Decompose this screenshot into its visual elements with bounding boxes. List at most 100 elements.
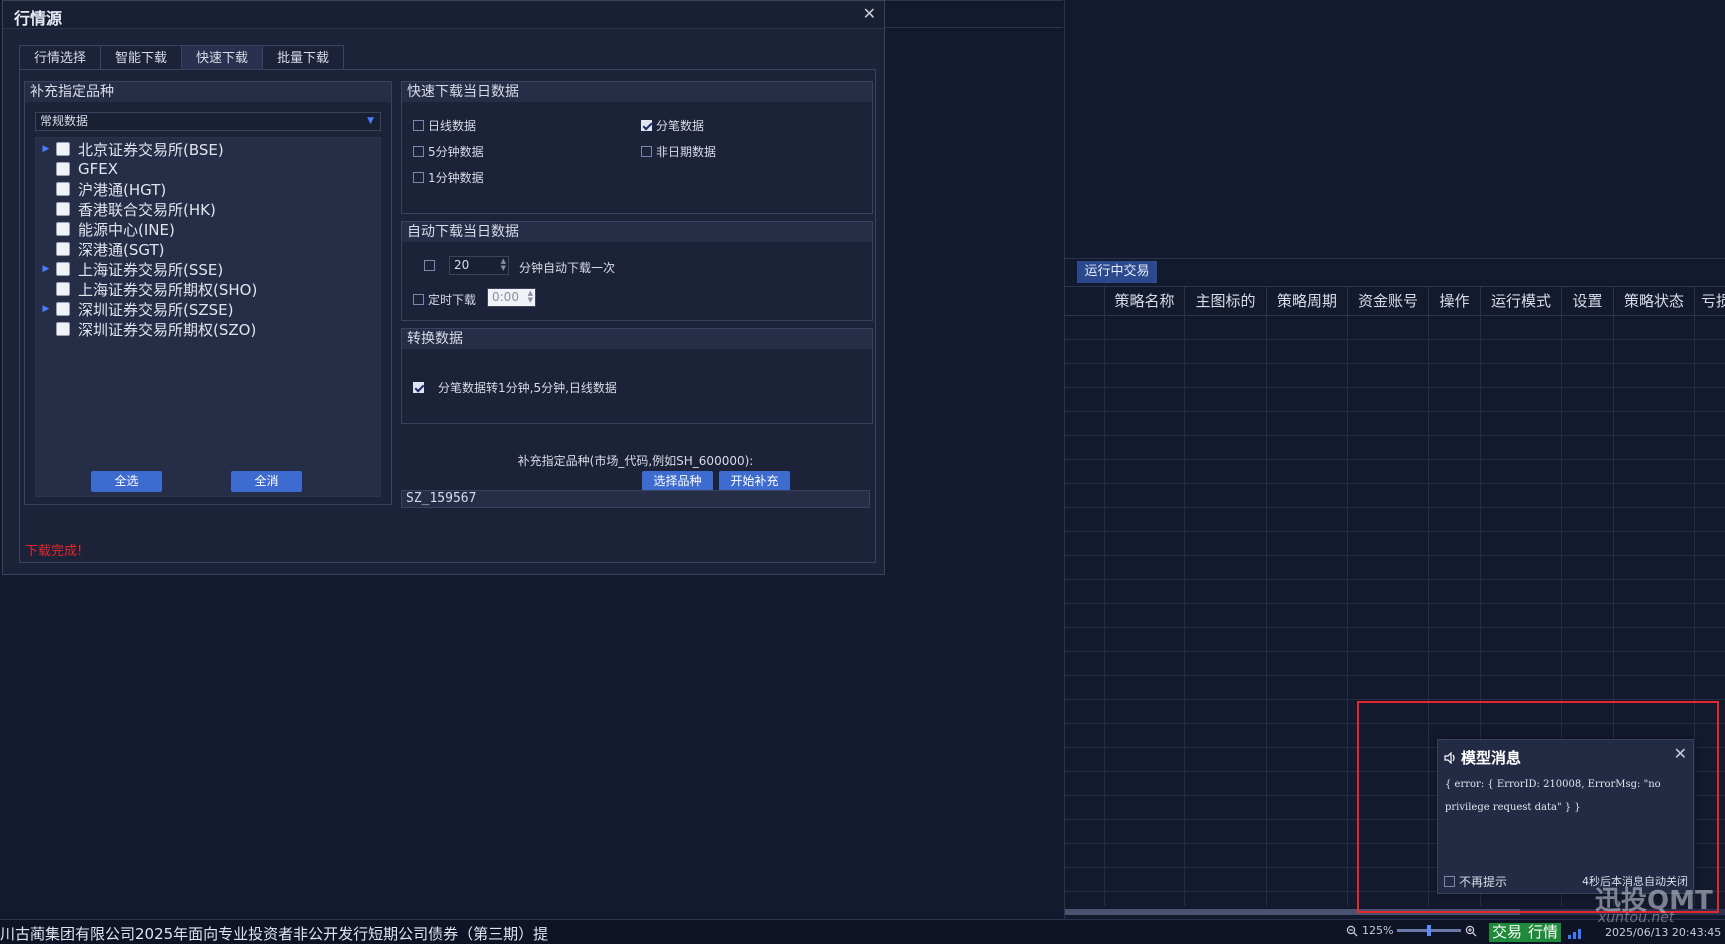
- model-message-popup: 模型消息 ✕ { error: { ErrorID: 210008, Error…: [1437, 739, 1694, 894]
- tree-item-ine[interactable]: 能源中心(INE): [36, 219, 175, 239]
- tree-item-label: 香港联合交易所(HK): [78, 200, 216, 219]
- select-all-button[interactable]: 全选: [91, 471, 162, 492]
- code-entry-hint: 补充指定品种(市场_代码,例如SH_600000):: [517, 454, 754, 468]
- tree-item-sse[interactable]: ▶ 上海证券交易所(SSE): [36, 259, 224, 279]
- status-bar: 川古蔺集团有限公司2025年面向专业投资者非公开发行短期公司债券（第三期）提 1…: [0, 919, 1725, 944]
- supplement-group: 补充指定品种 常规数据 ▼ ▶ 北京证券交易所(BSE) GFEX 沪港通(HGT…: [24, 81, 392, 505]
- tree-checkbox[interactable]: [56, 182, 70, 196]
- tab-batch-download[interactable]: 批量下载: [262, 45, 345, 70]
- data-type-dropdown[interactable]: 常规数据 ▼: [35, 112, 381, 131]
- zoom-out-icon[interactable]: [1346, 925, 1358, 937]
- watermark-url: xuntou.net: [1598, 910, 1675, 926]
- dont-show-option[interactable]: 不再提示: [1444, 873, 1507, 890]
- tree-item-szse[interactable]: ▶ 深圳证券交易所(SZSE): [36, 299, 234, 319]
- option-timed[interactable]: 定时下载: [413, 291, 476, 308]
- quote-badge[interactable]: 行情: [1525, 923, 1562, 942]
- auto-interval-checkbox[interactable]: [424, 260, 435, 271]
- option-label: 定时下载: [428, 293, 477, 307]
- tree-item-label: 上海证券交易所期权(SHO): [78, 280, 258, 299]
- expand-arrow-icon[interactable]: ▶: [36, 304, 56, 314]
- dont-show-checkbox[interactable]: [1444, 876, 1455, 887]
- tree-item-hgt[interactable]: 沪港通(HGT): [36, 179, 166, 199]
- column-header-name[interactable]: 策略名称: [1105, 287, 1185, 315]
- option-label: 日线数据: [428, 119, 477, 133]
- tree-checkbox[interactable]: [56, 142, 70, 156]
- option-tick[interactable]: 分笔数据: [641, 117, 704, 134]
- select-symbol-button[interactable]: 选择品种: [642, 471, 713, 492]
- tree-checkbox[interactable]: [56, 302, 70, 316]
- trade-badge[interactable]: 交易: [1489, 923, 1526, 942]
- column-header-operation[interactable]: 操作: [1429, 287, 1481, 315]
- interval-stepper[interactable]: 20 ▲ ▼: [449, 256, 509, 275]
- tick-checkbox[interactable]: [641, 120, 652, 131]
- option-daily[interactable]: 日线数据: [413, 117, 476, 134]
- time-stepper[interactable]: 0:00 ▲ ▼: [487, 288, 536, 307]
- auto-interval-checkbox-wrap[interactable]: [424, 259, 439, 273]
- tree-item-szo[interactable]: 深圳证券交易所期权(SZO): [36, 319, 256, 339]
- tree-item-hk[interactable]: 香港联合交易所(HK): [36, 199, 216, 219]
- daily-checkbox[interactable]: [413, 120, 424, 131]
- time-value: 0:00: [492, 290, 519, 304]
- tab-smart-download[interactable]: 智能下载: [100, 45, 183, 70]
- tab-quick-download[interactable]: 快速下载: [181, 45, 264, 70]
- tree-item-label: 沪港通(HGT): [78, 180, 167, 199]
- symbol-code-input[interactable]: SZ_159567: [401, 490, 870, 508]
- 5min-checkbox[interactable]: [413, 146, 424, 157]
- start-supplement-button[interactable]: 开始补充: [719, 471, 790, 492]
- close-icon[interactable]: ✕: [863, 4, 876, 23]
- nondate-checkbox[interactable]: [641, 146, 652, 157]
- dialog-titlebar[interactable]: 行情源 ✕: [3, 1, 884, 29]
- column-header-period[interactable]: 策略周期: [1267, 287, 1348, 315]
- quick-download-title: 快速下载当日数据: [402, 82, 872, 102]
- 1min-checkbox[interactable]: [413, 172, 424, 183]
- tree-item-label: 深圳证券交易所(SZSE): [78, 300, 234, 319]
- zoom-in-icon[interactable]: [1465, 925, 1477, 937]
- popup-title-text: 模型消息: [1461, 749, 1522, 767]
- news-ticker[interactable]: 川古蔺集团有限公司2025年面向专业投资者非公开发行短期公司债券（第三期）提: [0, 923, 548, 944]
- tree-checkbox[interactable]: [56, 222, 70, 236]
- convert-group: 转换数据 分笔数据转1分钟,5分钟,日线数据: [401, 328, 873, 424]
- column-header-account[interactable]: 资金账号: [1348, 287, 1429, 315]
- tree-item-label: 上海证券交易所(SSE): [78, 260, 224, 279]
- expand-arrow-icon[interactable]: ▶: [36, 264, 56, 274]
- zoom-slider-handle[interactable]: [1427, 925, 1432, 936]
- timed-checkbox[interactable]: [413, 294, 424, 305]
- close-icon[interactable]: ✕: [1674, 744, 1687, 763]
- option-convert[interactable]: 分笔数据转1分钟,5分钟,日线数据: [413, 379, 617, 396]
- deselect-all-button[interactable]: 全消: [231, 471, 302, 492]
- option-label: 1分钟数据: [428, 171, 484, 185]
- expand-arrow-icon[interactable]: ▶: [36, 144, 56, 154]
- auto-download-title: 自动下载当日数据: [402, 222, 872, 242]
- tab-running-trades[interactable]: 运行中交易: [1077, 261, 1157, 283]
- tree-item-gfex[interactable]: GFEX: [36, 159, 118, 179]
- tab-market-select[interactable]: 行情选择: [19, 45, 102, 70]
- zoom-level: 125%: [1362, 924, 1394, 937]
- column-header-run-mode[interactable]: 运行模式: [1481, 287, 1562, 315]
- column-header-loss[interactable]: 亏损: [1695, 287, 1725, 315]
- column-header-blank: [1065, 287, 1105, 315]
- tree-checkbox[interactable]: [56, 322, 70, 336]
- tree-checkbox[interactable]: [56, 262, 70, 276]
- option-nondate[interactable]: 非日期数据: [641, 143, 716, 160]
- column-header-status[interactable]: 策略状态: [1614, 287, 1695, 315]
- speaker-icon: [1444, 751, 1455, 764]
- tree-checkbox[interactable]: [56, 282, 70, 296]
- stepper-arrows-icon[interactable]: ▲ ▼: [528, 290, 533, 304]
- column-header-settings[interactable]: 设置: [1562, 287, 1614, 315]
- tree-checkbox[interactable]: [56, 162, 70, 176]
- tree-checkbox[interactable]: [56, 242, 70, 256]
- zoom-slider[interactable]: [1397, 925, 1462, 936]
- chart-pane: [1064, 0, 1725, 259]
- stepper-arrows-icon[interactable]: ▲ ▼: [501, 258, 506, 272]
- tree-item-sho[interactable]: 上海证券交易所期权(SHO): [36, 279, 257, 299]
- column-header-main-symbol[interactable]: 主图标的: [1185, 287, 1267, 315]
- tree-item-label: 深圳证券交易所期权(SZO): [78, 320, 257, 339]
- option-5min[interactable]: 5分钟数据: [413, 143, 484, 160]
- popup-title: 模型消息: [1444, 747, 1521, 768]
- tree-checkbox[interactable]: [56, 202, 70, 216]
- convert-checkbox[interactable]: [413, 382, 424, 393]
- market-tree: ▶ 北京证券交易所(BSE) GFEX 沪港通(HGT) 香港联合交易所(HK) …: [35, 137, 381, 497]
- option-1min[interactable]: 1分钟数据: [413, 169, 484, 186]
- tree-item-sgt[interactable]: 深港通(SGT): [36, 239, 164, 259]
- tree-item-bse[interactable]: ▶ 北京证券交易所(BSE): [36, 139, 224, 159]
